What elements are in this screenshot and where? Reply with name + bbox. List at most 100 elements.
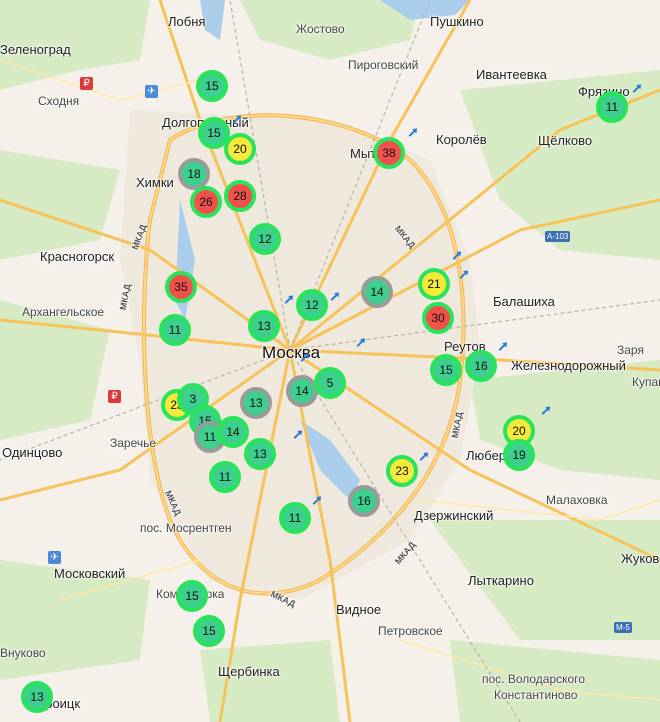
- marker-value: 18: [187, 167, 201, 181]
- station-marker[interactable]: 16: [348, 485, 380, 517]
- station-marker[interactable]: 15: [176, 580, 208, 612]
- marker-value: 15: [202, 624, 216, 638]
- marker-value: 23: [395, 464, 409, 478]
- station-marker[interactable]: 13: [248, 310, 280, 342]
- place-label: Красногорск: [40, 249, 115, 264]
- place-label: Зеленоград: [0, 42, 71, 57]
- station-marker[interactable]: 15: [193, 615, 225, 647]
- station-marker[interactable]: 15: [430, 354, 462, 386]
- city-label: Москва: [262, 343, 321, 362]
- station-marker[interactable]: 14: [361, 276, 393, 308]
- place-label: Пушкино: [430, 14, 484, 29]
- station-marker[interactable]: 19: [503, 439, 535, 471]
- marker-value: 20: [233, 142, 247, 156]
- place-label: Железнодорожный: [511, 358, 626, 373]
- station-marker[interactable]: 14: [217, 416, 249, 448]
- place-label: Петровское: [378, 624, 443, 638]
- station-marker[interactable]: 30: [422, 302, 454, 334]
- station-marker[interactable]: 13: [244, 438, 276, 470]
- station-marker[interactable]: 11: [209, 461, 241, 493]
- place-label: Ивантеевка: [476, 67, 547, 82]
- marker-value: 11: [218, 470, 232, 484]
- place-label: Одинцово: [2, 445, 63, 460]
- marker-value: 26: [199, 195, 213, 209]
- fuel-station-icon[interactable]: ₽: [80, 77, 93, 90]
- marker-value: 16: [474, 359, 488, 373]
- marker-value: 13: [30, 690, 44, 704]
- marker-value: 14: [370, 285, 384, 299]
- marker-value: 21: [427, 277, 441, 291]
- station-marker[interactable]: 11: [279, 502, 311, 534]
- place-label: Щёлково: [538, 133, 593, 148]
- marker-value: 15: [205, 79, 219, 93]
- station-marker[interactable]: 38: [373, 137, 405, 169]
- marker-value: 15: [185, 589, 199, 603]
- marker-value: 11: [605, 100, 619, 114]
- place-label: Константиново: [494, 688, 578, 702]
- marker-value: 13: [257, 319, 271, 333]
- place-label: Королёв: [436, 132, 487, 147]
- place-label: Внуково: [0, 646, 46, 660]
- marker-value: 11: [288, 511, 302, 525]
- station-marker[interactable]: 5: [314, 367, 346, 399]
- place-label: Жостово: [296, 22, 345, 36]
- station-marker[interactable]: 13: [21, 681, 53, 713]
- marker-value: 13: [249, 396, 263, 410]
- station-marker[interactable]: 35: [165, 271, 197, 303]
- place-label: Жуковский: [621, 551, 660, 566]
- marker-value: 19: [512, 448, 526, 462]
- station-marker[interactable]: 11: [159, 314, 191, 346]
- station-marker[interactable]: 12: [296, 289, 328, 321]
- marker-value: 11: [203, 430, 217, 444]
- marker-value: 35: [174, 280, 188, 294]
- marker-value: 12: [305, 298, 319, 312]
- place-label: Заречье: [110, 436, 157, 450]
- place-label: Лыткарино: [468, 573, 534, 588]
- marker-value: 14: [226, 425, 240, 439]
- place-label: Заря: [617, 343, 644, 357]
- place-label: Лобня: [168, 14, 206, 29]
- marker-value: 11: [168, 323, 182, 337]
- station-marker[interactable]: 28: [224, 180, 256, 212]
- place-label: Пироговский: [348, 58, 419, 72]
- station-marker[interactable]: 13: [240, 387, 272, 419]
- airplane-icon[interactable]: ✈: [48, 551, 61, 564]
- place-label: Московский: [54, 566, 126, 581]
- marker-value: 12: [258, 232, 272, 246]
- marker-value: 28: [233, 189, 247, 203]
- place-label: Балашиха: [493, 294, 555, 309]
- road-shield-m5: M-5: [614, 622, 632, 633]
- place-label: Купавна: [632, 375, 660, 389]
- station-marker[interactable]: 23: [386, 455, 418, 487]
- place-label: Щербинка: [218, 664, 280, 679]
- station-marker[interactable]: 15: [196, 70, 228, 102]
- place-label: Малаховка: [546, 493, 608, 507]
- road-shield-a103: A-103: [545, 231, 571, 242]
- place-label: Сходня: [38, 94, 80, 108]
- station-marker[interactable]: 26: [190, 186, 222, 218]
- marker-value: 13: [253, 447, 267, 461]
- place-label: Архангельское: [22, 305, 105, 319]
- marker-value: 38: [382, 146, 396, 160]
- station-marker[interactable]: 12: [249, 223, 281, 255]
- station-marker[interactable]: 11: [596, 91, 628, 123]
- marker-value: 3: [189, 392, 197, 406]
- marker-value: 14: [295, 384, 309, 398]
- bank-icon[interactable]: ₽: [108, 390, 121, 403]
- place-label: Видное: [336, 602, 382, 617]
- marker-value: 15: [439, 363, 453, 377]
- marker-value: 5: [326, 376, 334, 390]
- station-marker[interactable]: 16: [465, 350, 497, 382]
- station-marker[interactable]: 21: [418, 268, 450, 300]
- place-label: пос. Володарского: [482, 672, 585, 686]
- marker-value: 16: [357, 494, 371, 508]
- place-label: пос. Мосрентген: [140, 521, 232, 535]
- marker-value: 30: [431, 311, 445, 325]
- place-label: Химки: [136, 175, 174, 190]
- marker-value: 15: [207, 126, 221, 140]
- airplane-icon[interactable]: ✈: [145, 85, 158, 98]
- place-label: Дзержинский: [414, 508, 494, 523]
- map-canvas[interactable]: A-103 M-5 ₽ ✈ ₽ ✈ МКАД МКАД МКАД МКАД МК…: [0, 0, 660, 722]
- station-marker[interactable]: 20: [224, 133, 256, 165]
- marker-value: 20: [512, 424, 526, 438]
